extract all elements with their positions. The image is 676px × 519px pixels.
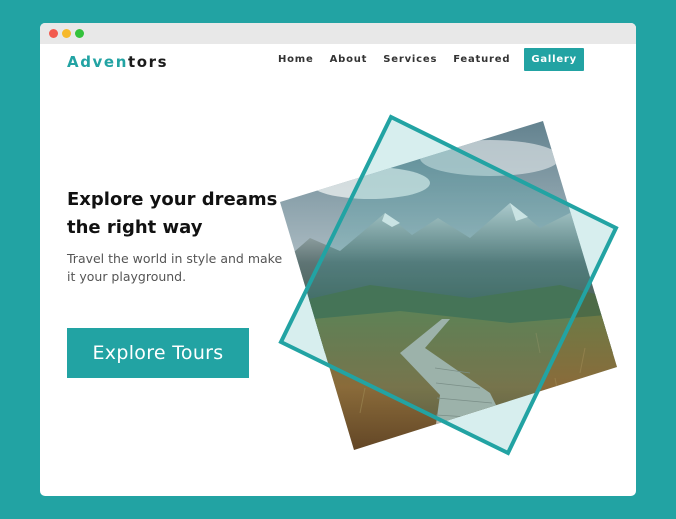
nav-home[interactable]: Home — [278, 54, 314, 65]
hero-title-line1: Explore your dreams — [67, 189, 278, 210]
logo-part-dark: tors — [127, 53, 169, 71]
close-window-dot[interactable] — [49, 29, 58, 38]
teal-overlay-frame — [278, 114, 619, 456]
browser-window: Adventors Home About Services Featured G… — [40, 23, 636, 496]
site-logo[interactable]: Adventors — [67, 53, 168, 71]
minimize-window-dot[interactable] — [62, 29, 71, 38]
landscape-photo — [280, 121, 617, 450]
window-titlebar — [40, 23, 636, 44]
explore-tours-button[interactable]: Explore Tours — [67, 328, 249, 378]
nav-gallery-button[interactable]: Gallery — [524, 48, 584, 71]
nav-featured[interactable]: Featured — [453, 54, 510, 65]
nav-about[interactable]: About — [330, 54, 368, 65]
hero-subtitle: Travel the world in style and make it yo… — [67, 251, 283, 284]
maximize-window-dot[interactable] — [75, 29, 84, 38]
main-nav: Home About Services Featured Gallery — [278, 48, 584, 71]
nav-services[interactable]: Services — [383, 54, 437, 65]
hero-title-line2: the right way — [67, 217, 203, 238]
logo-part-accent: Adven — [67, 53, 128, 71]
hero-title: Explore your dreams the right way — [67, 186, 297, 242]
